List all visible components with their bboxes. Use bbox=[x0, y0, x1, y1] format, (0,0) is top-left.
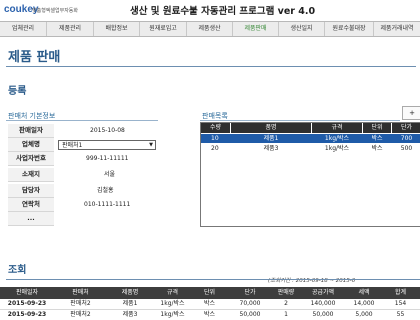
col-header-product[interactable]: 제품명 bbox=[107, 287, 153, 299]
col-header-total[interactable]: 합계 bbox=[381, 287, 420, 299]
query-divider bbox=[6, 279, 420, 280]
extra-label: ... bbox=[8, 212, 54, 226]
table-cell: 140,000 bbox=[310, 300, 336, 307]
grid-header-unit[interactable]: 단위 bbox=[363, 123, 391, 133]
company-label: 업체명 bbox=[8, 138, 54, 152]
company-select-value: 판매처1 bbox=[62, 142, 83, 149]
contact-field[interactable]: 010-1111-1111 bbox=[84, 198, 130, 211]
table-cell: 2015-09-23 bbox=[7, 300, 47, 307]
table-cell: 70,000 bbox=[239, 300, 261, 307]
grid-cell: 20 bbox=[211, 145, 219, 152]
menu-item-production[interactable]: 제품생산 bbox=[187, 22, 233, 36]
table-cell: 2 bbox=[284, 300, 288, 307]
table-cell: 154 bbox=[394, 300, 407, 307]
table-cell: 5,000 bbox=[355, 311, 373, 318]
contact-label: 연락처 bbox=[8, 198, 54, 212]
table-cell: 판매처2 bbox=[70, 311, 91, 318]
menu-item-products[interactable]: 제품관리 bbox=[47, 22, 94, 36]
col-header-supply[interactable]: 공급가액 bbox=[299, 287, 347, 299]
biz-no-label: 사업자번호 bbox=[8, 152, 54, 166]
table-cell: 박스 bbox=[203, 311, 216, 318]
biz-no-field[interactable]: 999-11-11111 bbox=[86, 152, 129, 165]
add-row-button[interactable]: + bbox=[402, 106, 420, 120]
sale-date-field[interactable]: 2015-10-08 bbox=[90, 124, 125, 137]
col-header-unit[interactable]: 단위 bbox=[192, 287, 227, 299]
grid-cell: 700 bbox=[400, 135, 413, 142]
menu-item-production-log[interactable]: 생산일지 bbox=[279, 22, 325, 36]
col-header-tax[interactable]: 세액 bbox=[347, 287, 381, 299]
table-cell: 2015-09-23 bbox=[7, 311, 47, 318]
grid-cell: 1kg/박스 bbox=[324, 135, 350, 142]
main-menu: 업체관리 제품관리 배합정보 원재료입고 제품생산 제품판매 생산일지 원료수불… bbox=[0, 21, 420, 37]
app-title: 생산 및 원료수불 자동관리 프로그램 ver 4.0 bbox=[130, 6, 316, 17]
location-label: 소재지 bbox=[8, 168, 54, 182]
table-cell: 1kg/박스 bbox=[160, 311, 185, 318]
location-field[interactable]: 서울 bbox=[104, 168, 115, 181]
col-header-client[interactable]: 판매처 bbox=[54, 287, 107, 299]
table-cell: 판매처2 bbox=[70, 300, 91, 307]
grid-cell: 10 bbox=[211, 135, 219, 142]
menu-item-companies[interactable]: 업체관리 bbox=[0, 22, 47, 36]
table-cell: 55 bbox=[396, 311, 405, 318]
sale-date-label: 판매일자 bbox=[8, 124, 54, 138]
col-header-date[interactable]: 판매일자 bbox=[0, 287, 54, 299]
table-cell: 1kg/박스 bbox=[160, 300, 185, 307]
company-select[interactable]: 판매처1 ▼ bbox=[58, 140, 156, 150]
page-title: 제품 판매 bbox=[8, 50, 61, 65]
col-header-price[interactable]: 단가 bbox=[227, 287, 273, 299]
grid-header-name[interactable]: 품명 bbox=[231, 123, 311, 133]
grid-cell: 박스 bbox=[371, 135, 383, 142]
chevron-down-icon[interactable]: ▼ bbox=[147, 141, 155, 149]
grid-cell: 1kg/박스 bbox=[324, 145, 350, 152]
menu-item-recipe[interactable]: 배합정보 bbox=[94, 22, 140, 36]
table-cell: 50,000 bbox=[239, 311, 261, 318]
title-divider bbox=[6, 66, 416, 67]
manager-field[interactable]: 김철홍 bbox=[97, 184, 114, 197]
product-list-grid[interactable]: 수량 품명 규격 단위 단가 10 제품1 1kg/박스 박스 700 20 제… bbox=[200, 122, 420, 227]
app-logo-subtitle: 맞춤형엑셀업무자동화 bbox=[32, 8, 79, 14]
menu-item-product-transactions[interactable]: 제품거래내역 bbox=[374, 22, 420, 36]
menu-item-sales[interactable]: 제품판매 bbox=[233, 22, 279, 36]
grid-cell: 500 bbox=[400, 145, 413, 152]
grid-header-spec[interactable]: 규격 bbox=[312, 123, 362, 133]
manager-label: 담당자 bbox=[8, 184, 54, 198]
date-range-text: (조회기간 : 2015-09-18 ~ 2015-0 bbox=[268, 278, 356, 284]
register-heading: 등록 bbox=[8, 86, 27, 97]
grid-cell: 박스 bbox=[371, 145, 383, 152]
client-info-divider bbox=[6, 120, 158, 121]
menu-item-material-ledger[interactable]: 원료수불대장 bbox=[325, 22, 374, 36]
grid-header-qty[interactable]: 수량 bbox=[201, 123, 230, 133]
col-header-spec[interactable]: 규격 bbox=[153, 287, 192, 299]
table-cell: 박스 bbox=[203, 300, 216, 307]
table-cell: 1 bbox=[284, 311, 288, 318]
menu-item-raw-material-in[interactable]: 원재료입고 bbox=[140, 22, 187, 36]
product-list-divider bbox=[200, 120, 400, 121]
table-cell: 50,000 bbox=[312, 311, 334, 318]
query-heading: 조회 bbox=[8, 265, 27, 276]
col-header-qty[interactable]: 판매량 bbox=[273, 287, 299, 299]
grid-header-price[interactable]: 단가 bbox=[392, 123, 420, 133]
grid-cell: 제품3 bbox=[263, 145, 279, 152]
grid-cell: 제품1 bbox=[263, 135, 279, 142]
table-cell: 제품1 bbox=[122, 300, 138, 307]
table-cell: 14,000 bbox=[353, 300, 375, 307]
table-cell: 제품3 bbox=[122, 311, 138, 318]
